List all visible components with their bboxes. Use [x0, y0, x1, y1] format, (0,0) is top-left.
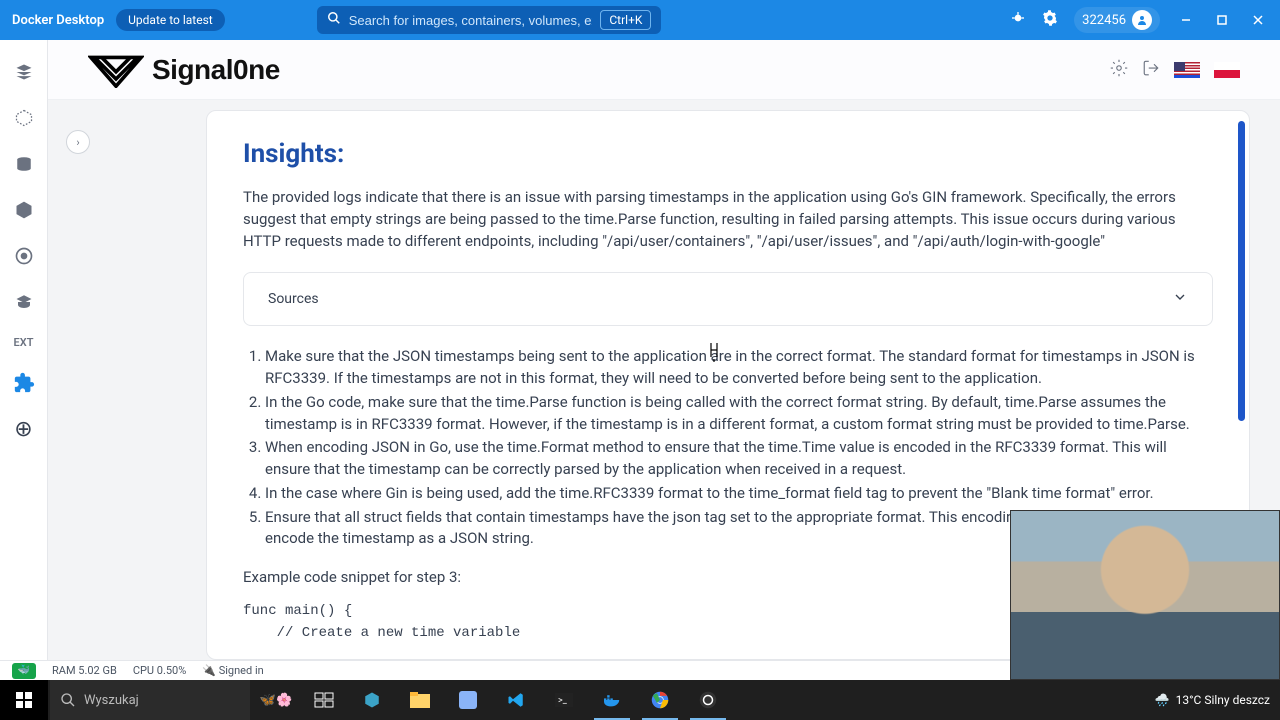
bug-icon[interactable]: [1010, 10, 1026, 30]
containers-icon[interactable]: [12, 60, 36, 84]
step-item: In the case where Gin is being used, add…: [265, 483, 1213, 505]
shortcut-badge: Ctrl+K: [600, 10, 651, 30]
global-search[interactable]: Ctrl+K: [317, 6, 662, 34]
extension-header: Signal0ne: [48, 40, 1280, 100]
left-nav: EXT ⊕: [0, 40, 48, 660]
app-name: Docker Desktop: [12, 13, 104, 28]
sources-accordion[interactable]: Sources: [243, 272, 1213, 326]
step-item: When encoding JSON in Go, use the time.F…: [265, 437, 1213, 481]
search-icon: [327, 11, 341, 29]
taskbar-app-1[interactable]: [348, 680, 396, 720]
signed-in-status: 🔌 Signed in: [202, 664, 263, 677]
builds-icon[interactable]: [12, 198, 36, 222]
update-button[interactable]: Update to latest: [116, 9, 225, 31]
user-chip[interactable]: 322456: [1074, 7, 1160, 33]
flag-us-icon[interactable]: [1174, 62, 1200, 78]
chrome-icon[interactable]: [636, 680, 684, 720]
search-icon: [60, 692, 76, 708]
task-view-icon[interactable]: [300, 680, 348, 720]
scrollbar[interactable]: [1238, 121, 1245, 421]
expand-sidebar-button[interactable]: ›: [66, 130, 90, 154]
avatar-icon: [1132, 10, 1152, 30]
cpu-status: CPU 0.50%: [133, 664, 186, 677]
search-input[interactable]: [349, 13, 593, 28]
extension-puzzle-icon[interactable]: [12, 371, 36, 395]
weather-widget[interactable]: 🌧️ 13°C Silny deszcz: [1145, 693, 1280, 707]
svg-text:>_: >_: [558, 696, 568, 706]
volumes-icon[interactable]: [12, 152, 36, 176]
images-icon[interactable]: [12, 106, 36, 130]
insights-title: Insights:: [243, 139, 1213, 169]
docker-title-bar: Docker Desktop Update to latest Ctrl+K 3…: [0, 0, 1280, 40]
step-item: Make sure that the JSON timestamps being…: [265, 346, 1213, 390]
learning-icon[interactable]: [12, 290, 36, 314]
file-explorer-icon[interactable]: [396, 680, 444, 720]
ext-settings-icon[interactable]: [1110, 59, 1128, 81]
taskbar-search[interactable]: Wyszukaj: [50, 680, 250, 720]
brand-name: Signal0ne: [152, 54, 280, 86]
logout-icon[interactable]: [1142, 59, 1160, 81]
windows-taskbar: Wyszukaj 🦋🌸 >_ 🌧️ 13°C Silny deszcz: [0, 680, 1280, 720]
chevron-down-icon: [1172, 289, 1188, 309]
weather-text: 13°C Silny deszcz: [1176, 693, 1270, 707]
obs-icon[interactable]: [684, 680, 732, 720]
taskbar-app-2[interactable]: [444, 680, 492, 720]
accordion-label: Sources: [268, 291, 319, 307]
add-extension-button[interactable]: ⊕: [14, 417, 32, 442]
step-item: In the Go code, make sure that the time.…: [265, 392, 1213, 436]
insights-summary: The provided logs indicate that there is…: [243, 187, 1213, 252]
top-right-controls: 322456: [1010, 7, 1268, 33]
minimize-button[interactable]: [1176, 10, 1196, 30]
vscode-icon[interactable]: [492, 680, 540, 720]
terminal-icon[interactable]: >_: [540, 680, 588, 720]
brand-logo: Signal0ne: [88, 52, 280, 88]
close-button[interactable]: [1248, 10, 1268, 30]
ram-status: RAM 5.02 GB: [52, 664, 117, 677]
docker-taskbar-icon[interactable]: [588, 680, 636, 720]
brand-logo-icon: [88, 52, 144, 88]
docker-whale-icon[interactable]: 🐳: [12, 663, 36, 679]
user-id: 322456: [1082, 13, 1126, 28]
flag-pl-icon[interactable]: [1214, 62, 1240, 78]
webcam-overlay: [1010, 510, 1280, 680]
weather-icon: 🌧️: [1155, 693, 1170, 707]
maximize-button[interactable]: [1212, 10, 1232, 30]
start-button[interactable]: [0, 680, 48, 720]
taskbar-plants-icon[interactable]: 🦋🌸: [252, 680, 300, 720]
ext-label: EXT: [14, 336, 34, 349]
dev-env-icon[interactable]: [12, 244, 36, 268]
settings-icon[interactable]: [1042, 10, 1058, 30]
taskbar-search-placeholder: Wyszukaj: [84, 693, 139, 708]
